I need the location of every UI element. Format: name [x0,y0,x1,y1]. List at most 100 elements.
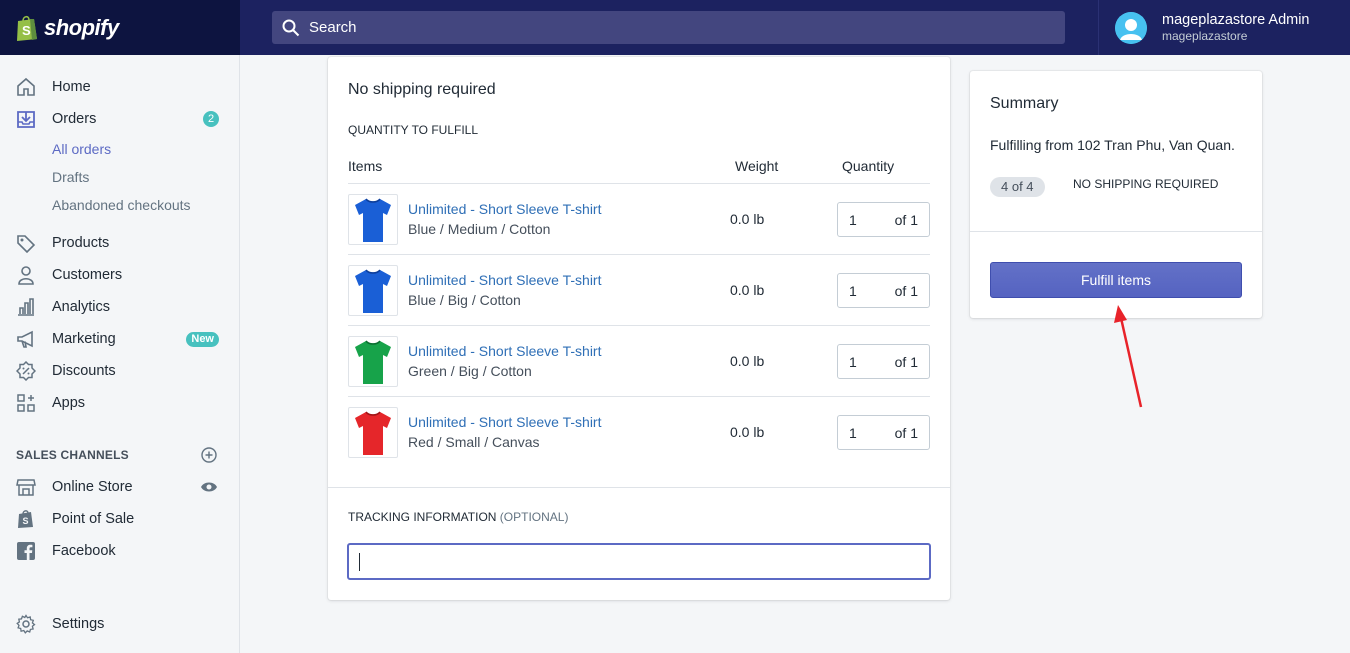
quantity-value: 1 [849,425,857,441]
eye-icon[interactable] [200,480,218,494]
orders-count-badge: 2 [203,111,219,127]
sidebar-item-label: Point of Sale [52,511,135,527]
section-divider [328,487,950,488]
user-menu[interactable]: mageplazastore Admin mageplazastore [1098,0,1350,55]
quantity-input[interactable]: 1 of 1 [837,415,930,450]
sidebar-item-label: Facebook [52,543,116,559]
person-icon [15,264,37,286]
product-thumbnail[interactable] [348,407,398,458]
table-row: Unlimited - Short Sleeve T-shirt Blue / … [348,183,930,254]
shipping-status: NO SHIPPING REQUIRED [1073,177,1219,191]
quantity-input[interactable]: 1 of 1 [837,202,930,237]
product-thumbnail[interactable] [348,194,398,245]
table-row: Unlimited - Short Sleeve T-shirt Red / S… [348,396,930,467]
sidebar-item-settings[interactable]: Settings [0,609,240,639]
sidebar-item-facebook[interactable]: Facebook [0,536,240,566]
sidebar-item-customers[interactable]: Customers [0,260,240,290]
sidebar-item-label: Marketing [52,331,116,347]
sidebar-subitem-label: Abandoned checkouts [52,197,191,213]
item-weight: 0.0 lb [730,282,765,298]
tag-icon [15,232,37,254]
tshirt-icon [355,410,391,455]
quantity-value: 1 [849,354,857,370]
brand[interactable]: S shopify [0,0,240,55]
search-icon [282,19,300,36]
sidebar-item-label: Analytics [52,299,111,315]
product-link[interactable]: Unlimited - Short Sleeve T-shirt [408,272,601,288]
sidebar-item-label: Settings [52,616,105,632]
sidebar-item-label: Products [52,235,110,251]
store-icon [15,476,37,498]
product-variant: Green / Big / Cotton [408,363,532,379]
sidebar-subitem-all-orders[interactable]: All orders [0,134,240,164]
sidebar-item-label: Customers [52,267,123,283]
fulfillment-card: No shipping required QUANTITY TO FULFILL… [328,57,950,600]
user-store: mageplazastore [1162,28,1248,43]
gear-icon [15,613,37,635]
column-header-weight: Weight [735,158,779,174]
item-weight: 0.0 lb [730,211,765,227]
item-count-badge: 4 of 4 [990,177,1045,197]
tshirt-icon [355,268,391,313]
add-channel-icon[interactable] [201,447,217,463]
product-variant: Blue / Big / Cotton [408,292,521,308]
product-link[interactable]: Unlimited - Short Sleeve T-shirt [408,414,601,430]
quantity-total: of 1 [894,354,918,370]
tracking-heading: TRACKING INFORMATION (OPTIONAL) [348,510,568,524]
summary-title: Summary [990,95,1059,112]
new-badge: New [186,331,219,347]
quantity-value: 1 [849,212,857,228]
svg-text:S: S [23,516,29,526]
tshirt-icon [355,339,391,384]
card-title: No shipping required [348,81,496,98]
sidebar-item-analytics[interactable]: Analytics [0,292,240,322]
sidebar-item-discounts[interactable]: Discounts [0,356,240,386]
sidebar-item-point-of-sale[interactable]: S Point of Sale [0,504,240,534]
user-avatar-icon [1115,11,1147,44]
sidebar-item-orders[interactable]: Orders 2 [0,104,240,134]
facebook-icon [15,540,37,562]
sidebar-subitem-abandoned-checkouts[interactable]: Abandoned checkouts [0,190,240,220]
pos-bag-icon: S [15,508,37,530]
summary-card: Summary Fulfilling from 102 Tran Phu, Va… [970,71,1262,318]
sidebar-subitem-label: All orders [52,141,112,157]
sidebar-subitem-drafts[interactable]: Drafts [0,162,240,192]
avatar [1115,11,1147,44]
apps-icon [15,392,37,414]
sidebar-item-online-store[interactable]: Online Store [0,472,240,502]
product-variant: Red / Small / Canvas [408,434,540,450]
product-thumbnail[interactable] [348,336,398,387]
sidebar-item-home[interactable]: Home [0,72,240,102]
item-weight: 0.0 lb [730,424,765,440]
section-divider [970,231,1262,232]
column-header-items: Items [348,158,383,174]
tshirt-icon [355,197,391,242]
product-thumbnail[interactable] [348,265,398,316]
sidebar-item-marketing[interactable]: Marketing New [0,324,240,354]
product-link[interactable]: Unlimited - Short Sleeve T-shirt [408,201,601,217]
item-weight: 0.0 lb [730,353,765,369]
tracking-number-input[interactable] [347,543,931,580]
fulfill-items-button[interactable]: Fulfill items [990,262,1242,298]
quantity-total: of 1 [894,283,918,299]
quantity-value: 1 [849,283,857,299]
quantity-heading: QUANTITY TO FULFILL [348,123,479,137]
search-input[interactable]: Search [272,11,1065,44]
svg-text:S: S [22,23,31,38]
text-caret [359,553,360,571]
quantity-input[interactable]: 1 of 1 [837,344,930,379]
quantity-input[interactable]: 1 of 1 [837,273,930,308]
sidebar-subitem-label: Drafts [52,169,90,185]
megaphone-icon [15,328,37,350]
quantity-total: of 1 [894,425,918,441]
sidebar-item-products[interactable]: Products [0,228,240,258]
user-name: mageplazastore Admin [1162,11,1310,28]
sidebar-item-label: Orders [52,111,97,127]
table-row: Unlimited - Short Sleeve T-shirt Green /… [348,325,930,396]
sidebar-item-label: Home [52,79,91,95]
product-link[interactable]: Unlimited - Short Sleeve T-shirt [408,343,601,359]
sidebar-item-label: Apps [52,395,86,411]
bar-chart-icon [15,296,37,318]
table-row: Unlimited - Short Sleeve T-shirt Blue / … [348,254,930,325]
sidebar-item-apps[interactable]: Apps [0,388,240,418]
